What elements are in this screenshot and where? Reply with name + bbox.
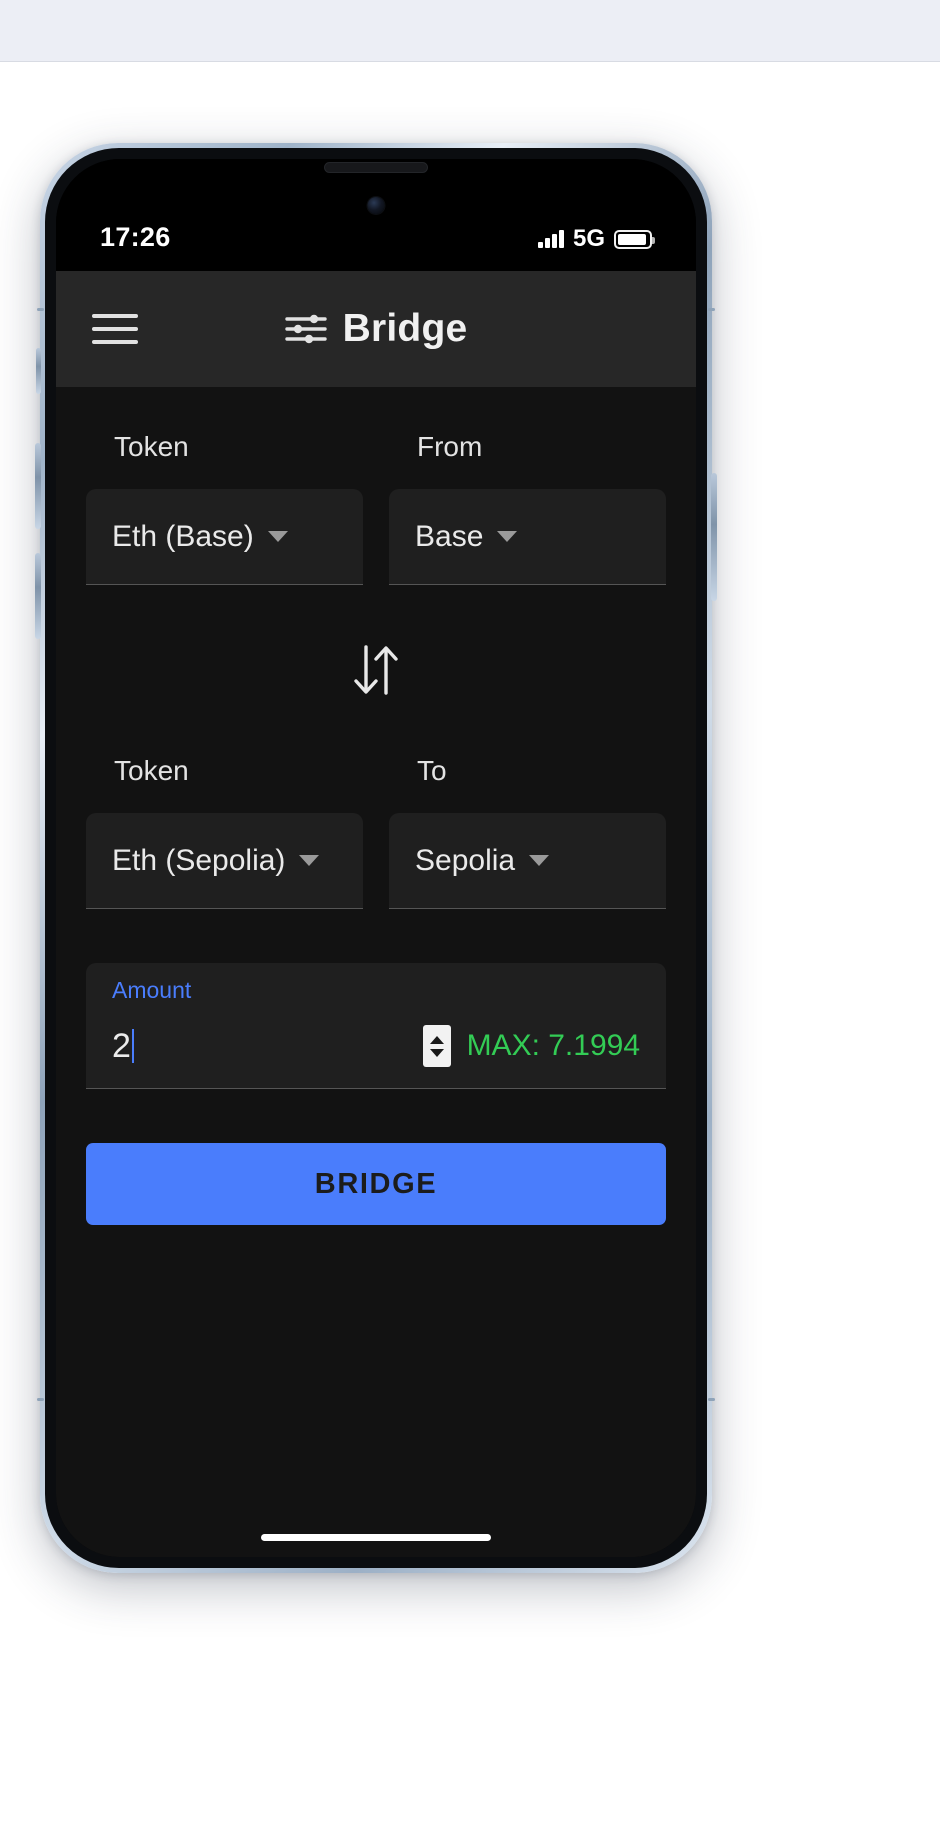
device-frame: 17:26 5G Bridge Token Eth (Base) From Ba… — [35, 143, 717, 1573]
bridge-form: Token Eth (Base) From Base Token Eth (Se… — [56, 387, 696, 1557]
phone-mockup: 17:26 5G Bridge Token Eth (Base) From Ba… — [35, 143, 717, 1573]
page-root: 17:26 5G Bridge Token Eth (Base) From Ba… — [0, 0, 940, 1828]
destination-token-column: Token Eth (Sepolia) — [86, 755, 363, 909]
page-canvas: 17:26 5G Bridge Token Eth (Base) From Ba… — [0, 62, 940, 1828]
stepper-decrement-icon[interactable] — [429, 1048, 444, 1057]
source-chain-select[interactable]: Base — [389, 489, 666, 585]
number-stepper-icon[interactable] — [422, 1025, 451, 1067]
earpiece-speaker — [324, 162, 428, 173]
amount-row: 2 MAX: 7.1994 — [112, 1004, 640, 1088]
battery-icon — [614, 229, 655, 249]
destination-chain-label: To — [417, 755, 447, 786]
chevron-down-icon — [497, 531, 518, 542]
sliders-icon — [284, 314, 327, 344]
status-bar-right-group: 5G — [538, 225, 655, 253]
destination-row: Token Eth (Sepolia) To Sepolia — [86, 755, 666, 909]
cellular-signal-icon — [538, 230, 564, 248]
amount-value: 2 — [112, 1027, 131, 1065]
source-chain-column: From Base — [389, 431, 666, 585]
amount-field-container[interactable]: Amount 2 MAX: 7.1994 — [86, 963, 666, 1089]
browser-top-strip — [0, 0, 940, 62]
source-token-label: Token — [114, 431, 189, 462]
mute-switch-button[interactable] — [36, 348, 41, 394]
bridge-button[interactable]: BRIDGE — [86, 1143, 666, 1225]
chevron-down-icon — [299, 855, 320, 866]
max-balance-label[interactable]: MAX: 7.1994 — [467, 1029, 640, 1063]
stepper-increment-icon[interactable] — [429, 1035, 444, 1044]
frame-antenna-seam — [37, 308, 44, 311]
notch — [278, 159, 474, 190]
destination-chain-value: Sepolia — [415, 843, 516, 877]
source-chain-label: From — [417, 431, 483, 462]
app-container: Bridge Token Eth (Base) From Base Token … — [56, 271, 696, 1557]
source-row: Token Eth (Base) From Base — [86, 431, 666, 585]
source-token-value: Eth (Base) — [112, 519, 254, 553]
frame-antenna-seam — [708, 1398, 715, 1401]
source-chain-value: Base — [415, 519, 484, 553]
status-bar-time: 17:26 — [100, 222, 171, 252]
frame-antenna-seam — [708, 308, 715, 311]
device-bezel: 17:26 5G Bridge Token Eth (Base) From Ba… — [45, 148, 707, 1568]
network-type-label: 5G — [572, 225, 605, 252]
destination-chain-select[interactable]: Sepolia — [389, 813, 666, 909]
volume-down-button[interactable] — [35, 553, 41, 639]
chevron-down-icon — [529, 855, 550, 866]
destination-chain-column: To Sepolia — [389, 755, 666, 909]
volume-up-button[interactable] — [35, 443, 41, 529]
frame-antenna-seam — [37, 1398, 44, 1401]
app-bar-title-group: Bridge — [56, 271, 696, 387]
swap-direction-area — [86, 585, 666, 755]
hamburger-menu-icon[interactable] — [92, 314, 138, 344]
front-camera-icon — [367, 197, 385, 214]
amount-label: Amount — [112, 977, 192, 1003]
home-indicator[interactable] — [261, 1534, 491, 1541]
amount-input[interactable]: 2 — [112, 1029, 407, 1063]
destination-token-select[interactable]: Eth (Sepolia) — [86, 813, 363, 909]
source-token-column: Token Eth (Base) — [86, 431, 363, 585]
destination-token-value: Eth (Sepolia) — [112, 843, 286, 877]
swap-vertical-icon[interactable] — [348, 641, 404, 699]
text-cursor — [131, 1029, 134, 1063]
phone-screen: 17:26 5G Bridge Token Eth (Base) From Ba… — [56, 159, 696, 1557]
destination-token-label: Token — [114, 755, 189, 786]
page-title: Bridge — [342, 307, 468, 350]
power-button[interactable] — [711, 473, 717, 601]
app-bar: Bridge — [56, 271, 696, 387]
source-token-select[interactable]: Eth (Base) — [86, 489, 363, 585]
chevron-down-icon — [267, 531, 288, 542]
